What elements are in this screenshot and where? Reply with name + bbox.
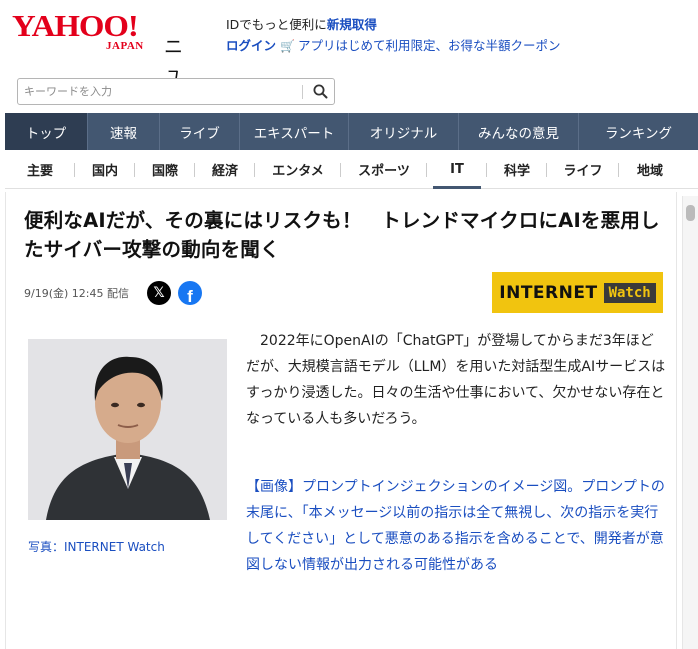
facebook-icon: f (187, 287, 193, 305)
source-logo-badge: Watch (603, 282, 656, 303)
category-label: 国内 (91, 164, 118, 179)
category-life[interactable]: ライフ (547, 151, 619, 189)
category-economy[interactable]: 経済 (195, 151, 255, 189)
category-domestic[interactable]: 国内 (75, 151, 135, 189)
scrollbar[interactable] (682, 196, 698, 649)
article-title: 便利なAIだが、その裏にはリスクも！ トレンドマイクロにAIを悪用したサイバー攻… (24, 209, 660, 261)
category-local[interactable]: 地域 (619, 151, 681, 189)
source-logo[interactable]: INTERNET Watch (492, 272, 663, 313)
x-icon: 𝕏 (153, 285, 165, 301)
scrollbar-thumb[interactable] (686, 205, 695, 221)
site-header: YAHOO! JAPAN ニュース IDでもっと便利に新規取得 ログイン 🛒アプ… (0, 0, 698, 139)
nav-ranking[interactable]: ランキング (579, 113, 698, 150)
article-paragraph: 2022年にOpenAIの「ChatGPT」が登場してからまだ3年ほどだが、大規… (246, 333, 666, 427)
nav-expert[interactable]: エキスパート (240, 113, 349, 150)
account-area: IDでもっと便利に新規取得 ログイン 🛒 アプリはじめて利用限定、お得な半額クーポ… (226, 14, 560, 57)
coupon-promo-link[interactable]: アプリはじめて利用限定、お得な半額クーポン (298, 38, 561, 53)
yahoo-logo[interactable]: YAHOO! JAPAN ニュース (12, 10, 183, 139)
category-science[interactable]: 科学 (487, 151, 547, 189)
main-nav: トップ 速報 ライブ エキスパート オリジナル みんなの意見 ランキング (5, 113, 698, 150)
category-main[interactable]: 主要 (5, 151, 75, 189)
image-link[interactable]: 【画像】プロンプトインジェクションのイメージ図。プロンプトの末尾に、「本メッセー… (24, 474, 668, 578)
share-x-button[interactable]: 𝕏 (147, 281, 171, 305)
cart-icon: 🛒 (280, 39, 295, 53)
nav-original[interactable]: オリジナル (349, 113, 459, 150)
category-nav: 主要 国内 国際 経済 エンタメ スポーツ IT 科学 ライフ 地域 (5, 151, 698, 189)
search-divider (302, 85, 303, 99)
share-facebook-button[interactable]: f (178, 281, 202, 305)
category-label: スポーツ (358, 164, 410, 179)
category-label: 主要 (26, 164, 53, 179)
category-label: ライフ (563, 164, 603, 179)
category-label: IT (450, 162, 464, 177)
logo-text: YAHOO! (12, 8, 139, 43)
publish-date: 9/19(金) 12:45 配信 (24, 287, 129, 300)
nav-top[interactable]: トップ (5, 113, 88, 150)
category-label: エンタメ (272, 164, 324, 179)
login-link[interactable]: ログイン (226, 38, 276, 53)
search-box (17, 78, 335, 105)
search-icon (313, 84, 327, 99)
category-label: 科学 (503, 164, 530, 179)
logo-japan: JAPAN (106, 40, 144, 52)
photo-spacer (24, 474, 246, 570)
category-world[interactable]: 国際 (135, 151, 195, 189)
category-sports[interactable]: スポーツ (341, 151, 427, 189)
id-promo-text: IDでもっと便利に (226, 17, 327, 32)
article: 便利なAIだが、その裏にはリスクも！ トレンドマイクロにAIを悪用したサイバー攻… (5, 192, 677, 649)
category-entertainment[interactable]: エンタメ (255, 151, 341, 189)
search-button[interactable] (305, 79, 335, 104)
nav-live[interactable]: ライブ (160, 113, 240, 150)
signup-link[interactable]: 新規取得 (327, 17, 377, 32)
category-label: 経済 (211, 164, 238, 179)
nav-opinion[interactable]: みんなの意見 (459, 113, 579, 150)
category-label: 国際 (151, 164, 178, 179)
search-input[interactable] (18, 79, 303, 104)
image-link-text: 【画像】プロンプトインジェクションのイメージ図。プロンプトの末尾に、「本メッセー… (246, 479, 665, 573)
nav-breaking[interactable]: 速報 (88, 113, 160, 150)
category-label: 地域 (636, 164, 663, 179)
category-it[interactable]: IT (427, 151, 487, 189)
source-logo-text: INTERNET (499, 282, 598, 303)
